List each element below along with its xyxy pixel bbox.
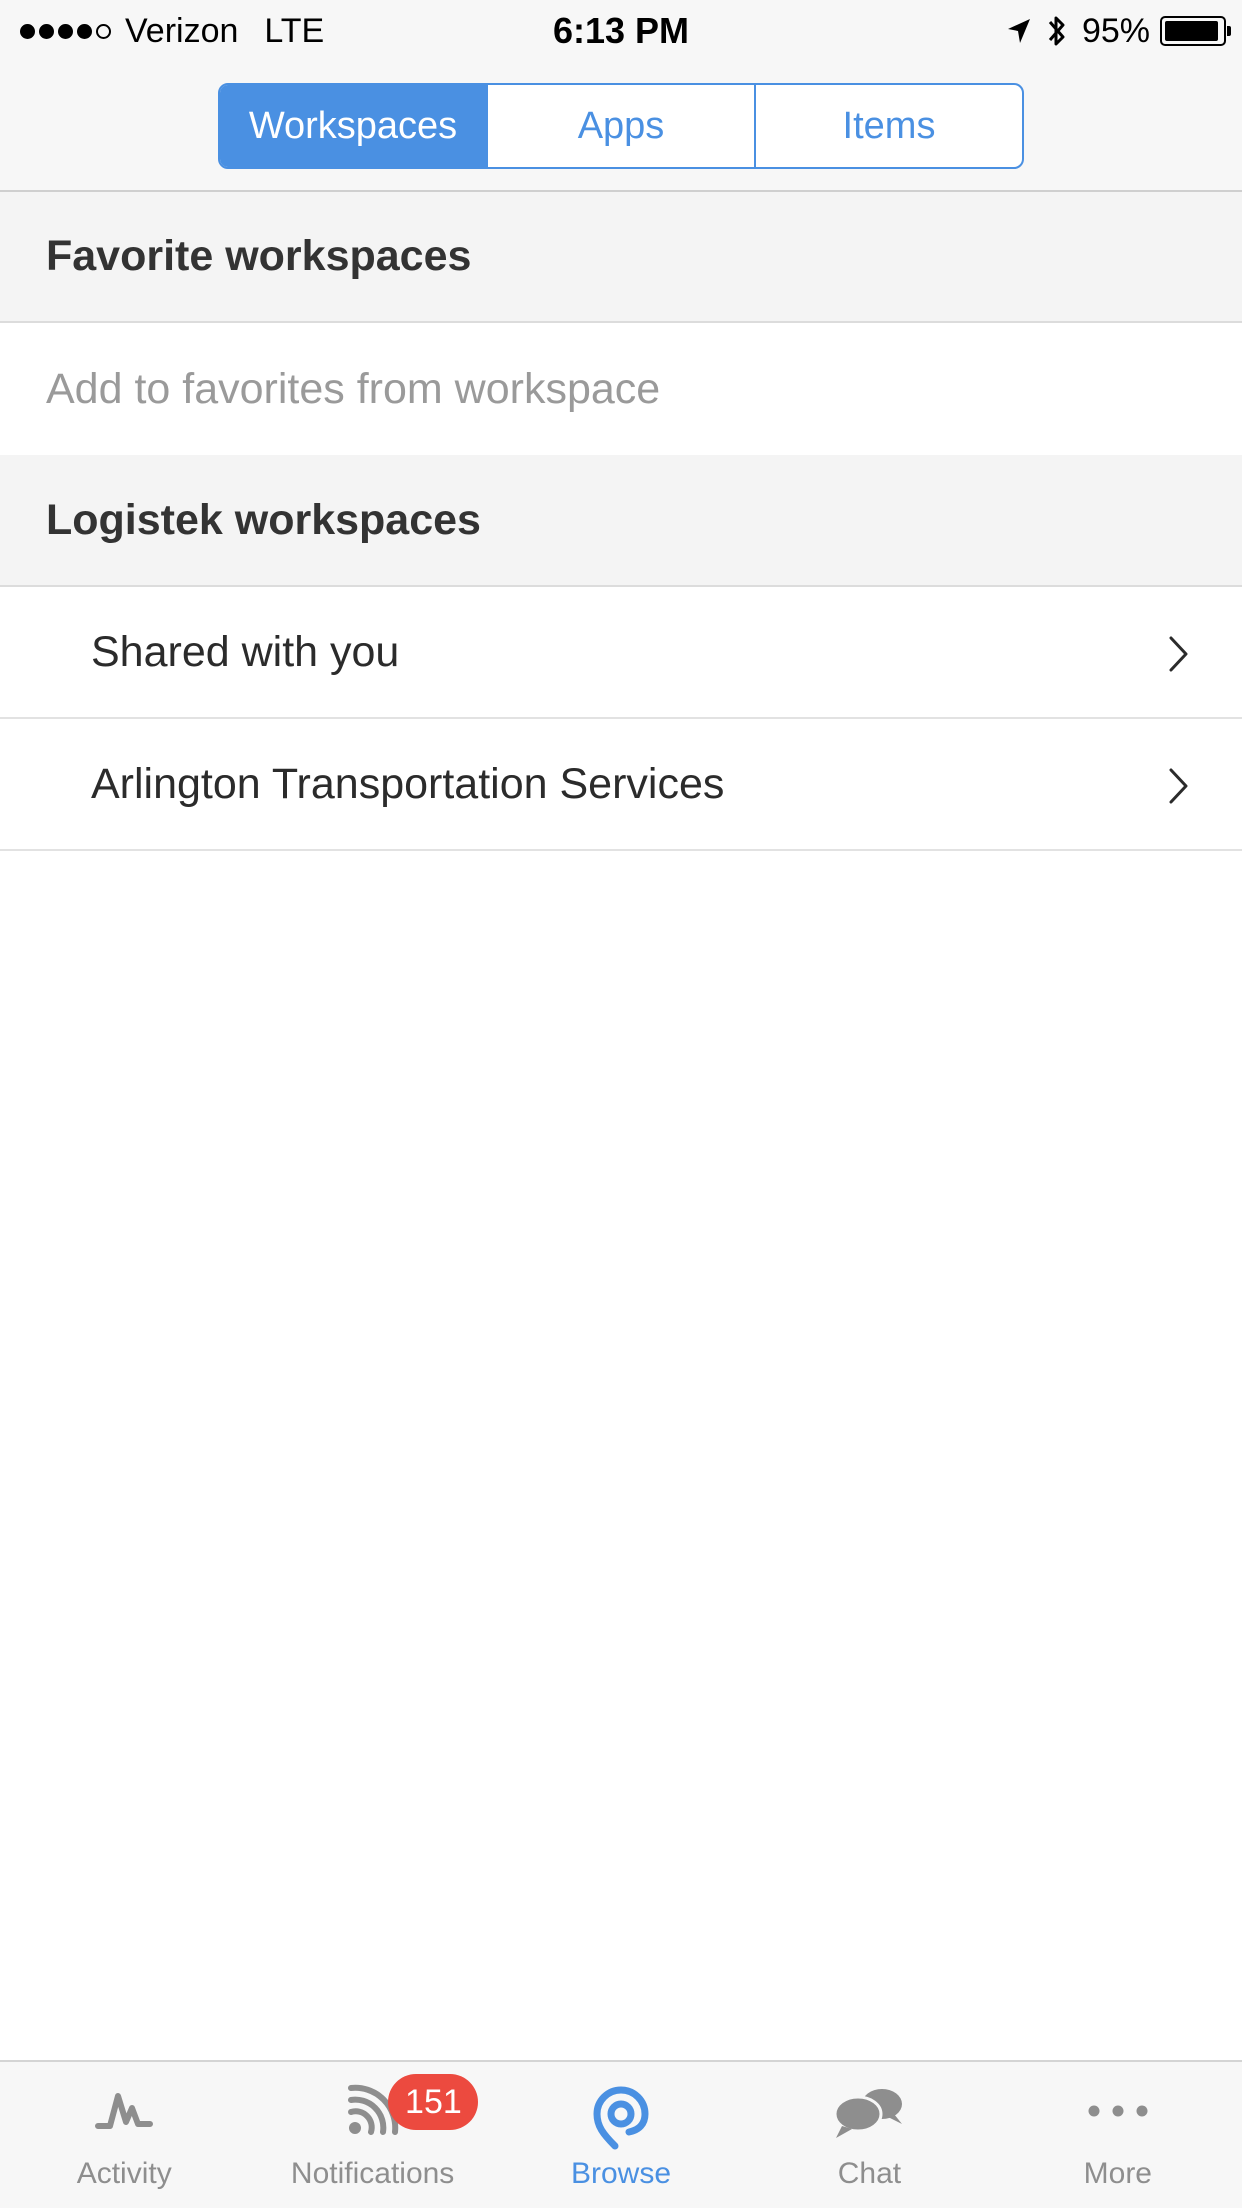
location-arrow-icon bbox=[1007, 19, 1030, 43]
chevron-right-icon bbox=[1169, 768, 1188, 804]
more-icon bbox=[1088, 2105, 1148, 2117]
chevron-right-icon bbox=[1169, 636, 1188, 672]
activity-icon bbox=[95, 2093, 154, 2129]
notifications-badge: 151 bbox=[388, 2074, 479, 2130]
tab-notifications[interactable]: 151 Notifications bbox=[248, 2062, 496, 2208]
tab-label: Activity bbox=[76, 2157, 172, 2190]
segment-apps[interactable]: Apps bbox=[486, 85, 754, 167]
tab-more[interactable]: More bbox=[994, 2062, 1242, 2208]
favorites-placeholder: Add to favorites from workspace bbox=[46, 364, 661, 413]
list-item-label: Arlington Transportation Services bbox=[91, 759, 725, 808]
nav-bar: Workspaces Apps Items bbox=[0, 62, 1242, 192]
organization-workspaces-header: Logistek workspaces bbox=[0, 455, 1242, 587]
list-item-arlington-transportation-services[interactable]: Arlington Transportation Services bbox=[0, 719, 1242, 851]
tab-label: Browse bbox=[570, 2157, 672, 2190]
segment-items[interactable]: Items bbox=[754, 85, 1022, 167]
chat-icon bbox=[833, 2089, 903, 2138]
tab-chat[interactable]: Chat bbox=[745, 2062, 993, 2208]
segmented-control: Workspaces Apps Items bbox=[218, 83, 1024, 169]
status-bar: Verizon LTE 6:13 PM 95% bbox=[0, 0, 1242, 62]
tab-label: Chat bbox=[837, 2157, 902, 2190]
list-item-label: Shared with you bbox=[91, 627, 400, 676]
segment-workspaces[interactable]: Workspaces bbox=[220, 85, 486, 167]
tab-label: More bbox=[1083, 2157, 1152, 2190]
battery-percent: 95% bbox=[1081, 11, 1150, 50]
tab-bar: Activity 151 Notifications Browse Chat M… bbox=[0, 2060, 1242, 2208]
organization-workspaces-title: Logistek workspaces bbox=[46, 495, 481, 544]
battery-icon bbox=[1160, 16, 1231, 46]
tab-browse[interactable]: Browse bbox=[497, 2062, 745, 2208]
favorite-workspaces-title: Favorite workspaces bbox=[46, 232, 472, 280]
favorite-workspaces-header: Favorite workspaces bbox=[0, 192, 1242, 323]
list-item-shared-with-you[interactable]: Shared with you bbox=[0, 587, 1242, 719]
browse-icon bbox=[593, 2086, 649, 2150]
status-right: 95% bbox=[1006, 8, 1231, 54]
favorites-empty-row: Add to favorites from workspace bbox=[0, 323, 1242, 455]
bluetooth-icon bbox=[1048, 16, 1065, 46]
tab-label: Notifications bbox=[290, 2157, 455, 2190]
tab-activity[interactable]: Activity bbox=[0, 2062, 248, 2208]
